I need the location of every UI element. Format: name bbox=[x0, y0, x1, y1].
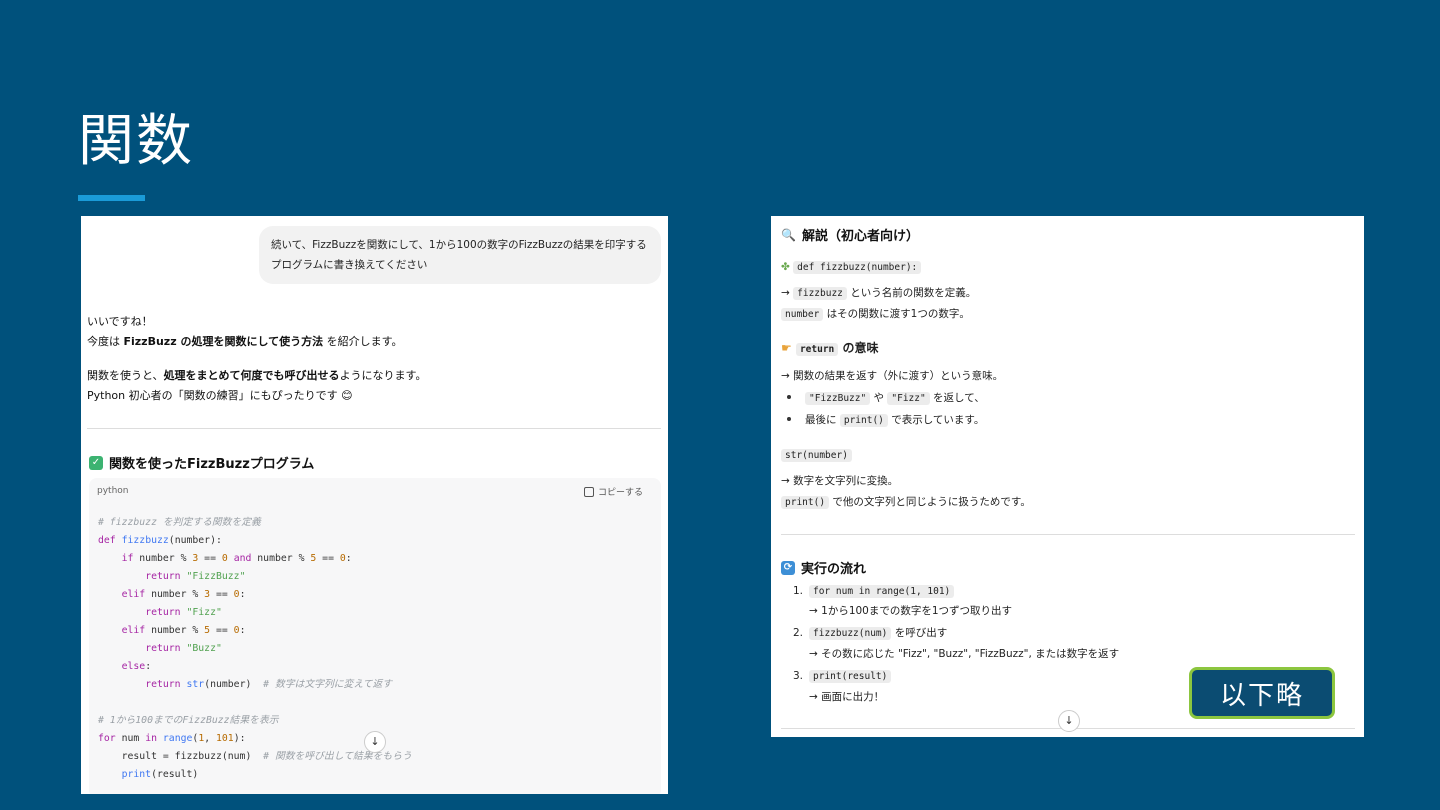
code-line: elif number % 5 == 0: bbox=[121, 625, 246, 636]
omitted-label-button: 以下略 bbox=[1189, 667, 1335, 719]
return-heading: ☛ return の意味 bbox=[781, 341, 879, 356]
flow-step-1-detail: → 1から100までの数字を1つずつ取り出す bbox=[809, 605, 1013, 617]
code-line: if number % 3 == 0 and number % 5 == 0: bbox=[121, 553, 352, 564]
flow-step-2-detail: → その数に応じた "Fizz", "Buzz", "FizzBuzz", また… bbox=[809, 648, 1120, 660]
flow-heading: ⟳ 実行の流れ bbox=[781, 558, 866, 577]
flow-step-1: 1. for num in range(1, 101) bbox=[781, 582, 955, 601]
reply-line-2: 今度は FizzBuzz の処理を関数にして使う方法 を紹介します。 bbox=[87, 335, 403, 348]
code-line: else: bbox=[121, 661, 152, 672]
check-mark-icon: ✓ bbox=[89, 455, 103, 470]
def-heading: ✤ def fizzbuzz(number): bbox=[781, 258, 922, 277]
code-line: print(result) bbox=[121, 769, 199, 780]
code-line: for num in range(1, 101): bbox=[98, 733, 246, 744]
slide-title: 関数 bbox=[78, 109, 194, 174]
puzzle-icon: ✤ bbox=[781, 261, 790, 273]
str-line-1: → 数字を文字列に変換。 bbox=[781, 475, 899, 487]
section-title: 関数を使ったFizzBuzzプログラム bbox=[109, 457, 315, 472]
flow-step-3: 3. print(result) bbox=[781, 667, 892, 686]
chat-screenshot-right: 🔍 解説（初心者向け） ✤ def fizzbuzz(number): → fi… bbox=[771, 216, 1364, 737]
code-line: result = fizzbuzz(num) # 関数を呼び出して結果をもらう bbox=[98, 751, 412, 762]
chat-screenshot-left: 続いて、FizzBuzzを関数にして、1から100の数字のFizzBuzzの結果… bbox=[81, 216, 668, 794]
reply-line-3: 関数を使うと、処理をまとめて何度でも呼び出せるようになります。 bbox=[87, 369, 427, 382]
code-line: return "Buzz" bbox=[145, 643, 222, 654]
return-line-1: → 関数の結果を返す（外に渡す）という意味。 bbox=[781, 370, 1004, 382]
copy-icon bbox=[583, 486, 594, 497]
str-heading: str(number) bbox=[781, 446, 852, 465]
return-bullet-2: 最後に print() で表示しています。 bbox=[781, 411, 984, 430]
title-accent-bar bbox=[78, 195, 145, 201]
repeat-icon: ⟳ bbox=[781, 560, 795, 575]
scroll-down-button[interactable]: ↓ bbox=[1058, 710, 1080, 732]
code-line: return "Fizz" bbox=[145, 607, 222, 618]
str-line-2: print() で他の文字列と同じように扱うためです。 bbox=[781, 493, 1031, 512]
reply-line-4: Python 初心者の「関数の練習」にもぴったりです 😊 bbox=[87, 389, 353, 402]
def-line-2: number はその関数に渡す1つの数字。 bbox=[781, 305, 970, 324]
flow-step-3-detail: → 画面に出力！ bbox=[809, 691, 885, 703]
code-line: # fizzbuzz を判定する関数を定義 bbox=[98, 517, 261, 528]
code-line: def fizzbuzz(number): bbox=[98, 535, 222, 546]
code-line: return "FizzBuzz" bbox=[145, 571, 246, 582]
def-line-1: → fizzbuzz という名前の関数を定義。 bbox=[781, 287, 977, 300]
user-message-bubble: 続いて、FizzBuzzを関数にして、1から100の数字のFizzBuzzの結果… bbox=[259, 226, 661, 284]
reply-line-1: いいですね！ bbox=[87, 315, 153, 328]
divider bbox=[781, 534, 1355, 535]
explain-heading: 🔍 解説（初心者向け） bbox=[781, 227, 919, 245]
code-line: elif number % 3 == 0: bbox=[121, 589, 246, 600]
scroll-down-button[interactable]: ↓ bbox=[364, 731, 386, 753]
section-heading: ✓ 関数を使ったFizzBuzzプログラム bbox=[89, 453, 314, 472]
return-bullet-1: "FizzBuzz" や "Fizz" を返して、 bbox=[781, 389, 985, 408]
code-language-label: python bbox=[97, 486, 129, 496]
pointing-hand-icon: ☛ bbox=[781, 341, 792, 355]
divider bbox=[87, 428, 661, 429]
code-line: return str(number) # 数字は文字列に変えて返す bbox=[145, 679, 393, 690]
code-line: # 1から100までのFizzBuzz結果を表示 bbox=[98, 715, 279, 726]
magnifier-icon: 🔍 bbox=[781, 227, 796, 242]
copy-code-button[interactable]: コピーする bbox=[583, 485, 643, 498]
flow-step-2: 2. fizzbuzz(num) を呼び出す bbox=[792, 627, 948, 640]
